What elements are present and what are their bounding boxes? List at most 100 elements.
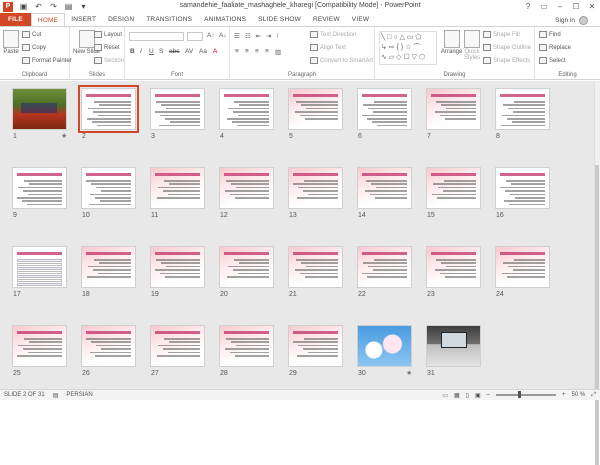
shape-outline-button[interactable]: Shape Outline xyxy=(483,44,531,51)
slide-thumbnail-24[interactable] xyxy=(495,246,550,288)
slide-thumbnail-16[interactable] xyxy=(495,167,550,209)
copy-button[interactable]: Copy xyxy=(22,44,46,51)
tab-transitions[interactable]: TRANSITIONS xyxy=(140,13,198,26)
minimize-button[interactable]: – xyxy=(552,0,568,13)
grow-font-icon[interactable]: A↑ xyxy=(207,32,215,39)
tab-file[interactable]: FILE xyxy=(0,13,31,26)
ribbon-display-button[interactable]: ▭ xyxy=(536,0,552,13)
font-size-field[interactable] xyxy=(187,32,203,41)
text-direction-button[interactable]: Text Direction xyxy=(310,31,356,38)
slide-thumbnail-8[interactable] xyxy=(495,88,550,130)
slide-thumbnail-30[interactable] xyxy=(357,325,412,367)
zoom-level[interactable]: 50 % xyxy=(572,392,586,398)
sign-in[interactable]: Sign in xyxy=(555,16,588,25)
select-button[interactable]: Select xyxy=(539,57,566,64)
slide-thumbnail-31[interactable] xyxy=(426,325,481,367)
tab-insert[interactable]: INSERT xyxy=(65,13,102,26)
align-text-button[interactable]: Align Text xyxy=(310,44,346,51)
tab-home[interactable]: HOME xyxy=(30,13,66,26)
increase-indent-icon[interactable]: ⇥ xyxy=(266,32,271,40)
tab-view[interactable]: VIEW xyxy=(346,13,375,26)
shadow-icon[interactable]: S xyxy=(159,48,163,55)
slide-thumbnail-18[interactable] xyxy=(81,246,136,288)
align-left-icon[interactable]: ≡ xyxy=(235,48,239,55)
section-button[interactable]: Section xyxy=(94,57,124,64)
slide-sorter-view-icon[interactable]: ▦ xyxy=(454,392,460,399)
italic-icon[interactable]: I xyxy=(140,48,142,55)
maximize-button[interactable]: ☐ xyxy=(568,0,584,13)
replace-button[interactable]: Replace xyxy=(539,44,571,51)
slide-thumbnail-7[interactable] xyxy=(426,88,481,130)
slide-thumbnail-12[interactable] xyxy=(219,167,274,209)
layout-button[interactable]: Layout xyxy=(94,31,122,38)
underline-icon[interactable]: U xyxy=(149,48,154,55)
slideshow-view-icon[interactable]: ▣ xyxy=(475,392,481,399)
fit-to-window-icon[interactable]: ⤢ xyxy=(591,392,596,399)
line-spacing-icon[interactable]: ↕ xyxy=(276,32,279,39)
slide-thumbnail-22[interactable] xyxy=(357,246,412,288)
proofing-icon[interactable]: ▤ xyxy=(53,392,59,399)
bullets-icon[interactable]: ☰ xyxy=(234,32,240,40)
shape-fill-button[interactable]: Shape Fill xyxy=(483,31,520,38)
slide-thumbnail-26[interactable] xyxy=(81,325,136,367)
slide-thumbnail-13[interactable] xyxy=(288,167,343,209)
quick-styles-button[interactable]: Quick Styles xyxy=(462,30,482,61)
font-name-field[interactable] xyxy=(129,32,184,41)
tab-animations[interactable]: ANIMATIONS xyxy=(198,13,252,26)
format-painter-button[interactable]: Format Painter xyxy=(22,57,72,64)
slide-thumbnail-1[interactable] xyxy=(12,88,67,130)
start-slideshow-icon[interactable]: ▤ xyxy=(64,2,73,11)
shape-effects-button[interactable]: Shape Effects xyxy=(483,57,530,64)
undo-icon[interactable]: ↶ xyxy=(34,2,43,11)
slide-thumbnail-25[interactable] xyxy=(12,325,67,367)
slide-thumbnail-11[interactable] xyxy=(150,167,205,209)
decrease-indent-icon[interactable]: ⇤ xyxy=(256,32,261,40)
save-icon[interactable]: ▣ xyxy=(19,2,28,11)
bold-icon[interactable]: B xyxy=(130,48,135,55)
strikethrough-icon[interactable]: abc xyxy=(169,48,179,55)
close-button[interactable]: ✕ xyxy=(584,0,600,13)
vertical-scrollbar[interactable] xyxy=(594,81,600,465)
cut-button[interactable]: Cut xyxy=(22,31,41,38)
help-button[interactable]: ? xyxy=(520,0,536,13)
numbering-icon[interactable]: ☷ xyxy=(245,32,251,40)
arrange-button[interactable]: Arrange xyxy=(441,30,462,55)
slide-thumbnail-21[interactable] xyxy=(288,246,343,288)
normal-view-icon[interactable]: ▭ xyxy=(442,392,448,399)
justify-icon[interactable]: ≡ xyxy=(265,48,269,55)
paste-button[interactable]: Paste xyxy=(3,30,19,55)
slide-thumbnail-29[interactable] xyxy=(288,325,343,367)
zoom-out-icon[interactable]: – xyxy=(487,392,490,398)
change-case-icon[interactable]: Aa xyxy=(199,48,207,55)
slide-thumbnail-9[interactable] xyxy=(12,167,67,209)
slide-thumbnail-28[interactable] xyxy=(219,325,274,367)
align-right-icon[interactable]: ≡ xyxy=(255,48,259,55)
tab-slide-show[interactable]: SLIDE SHOW xyxy=(252,13,307,26)
slide-thumbnail-17[interactable] xyxy=(12,246,67,288)
reading-view-icon[interactable]: ▯ xyxy=(466,392,469,399)
columns-icon[interactable]: ▥ xyxy=(275,48,281,56)
slide-thumbnail-3[interactable] xyxy=(150,88,205,130)
zoom-in-icon[interactable]: + xyxy=(562,392,566,398)
align-center-icon[interactable]: ≡ xyxy=(245,48,249,55)
font-color-icon[interactable]: A xyxy=(213,48,217,55)
redo-icon[interactable]: ↷ xyxy=(49,2,58,11)
scrollbar-thumb[interactable] xyxy=(595,165,599,465)
slide-thumbnail-2[interactable] xyxy=(78,85,139,133)
slide-thumbnail-6[interactable] xyxy=(357,88,412,130)
language-indicator[interactable]: PERSIAN xyxy=(66,392,92,398)
slide-thumbnail-14[interactable] xyxy=(357,167,412,209)
slide-thumbnail-5[interactable] xyxy=(288,88,343,130)
slide-thumbnail-23[interactable] xyxy=(426,246,481,288)
slide-thumbnail-19[interactable] xyxy=(150,246,205,288)
slide-thumbnail-15[interactable] xyxy=(426,167,481,209)
slide-thumbnail-4[interactable] xyxy=(219,88,274,130)
convert-smartart-button[interactable]: Convert to SmartArt xyxy=(310,57,373,64)
tab-design[interactable]: DESIGN xyxy=(102,13,140,26)
slide-thumbnail-20[interactable] xyxy=(219,246,274,288)
tab-review[interactable]: REVIEW xyxy=(307,13,346,26)
slide-thumbnail-10[interactable] xyxy=(81,167,136,209)
char-spacing-icon[interactable]: AV xyxy=(185,48,193,55)
find-button[interactable]: Find xyxy=(539,31,561,38)
shapes-gallery[interactable]: ╲ □ ○ △ ▭ ⬠ ↳ ⇨ { } ☆ ⌒ ∿ ▱ ◇ ☐ ▽ ⬡ xyxy=(379,31,437,65)
